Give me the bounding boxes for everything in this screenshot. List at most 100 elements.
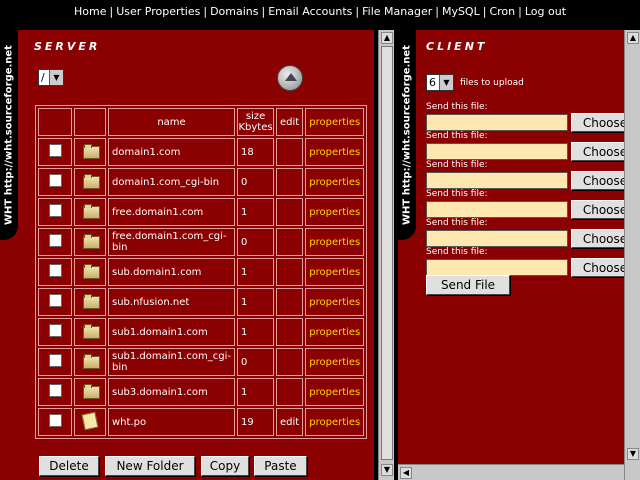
nav-link-email-accounts[interactable]: Email Accounts: [268, 5, 352, 18]
row-checkbox[interactable]: [48, 414, 62, 427]
scroll-down-icon[interactable]: ▼: [627, 448, 639, 460]
scroll-thumb[interactable]: [381, 46, 393, 460]
nav-link-domains[interactable]: Domains: [210, 5, 258, 18]
row-icon-cell[interactable]: [74, 288, 106, 316]
folder-icon: [82, 144, 100, 159]
row-properties-link[interactable]: properties: [305, 198, 365, 226]
row-edit-link: [276, 258, 304, 286]
row-icon-cell[interactable]: [74, 258, 106, 286]
row-icon-cell[interactable]: [74, 378, 106, 406]
row-checkbox[interactable]: [48, 234, 62, 247]
scroll-down-icon[interactable]: ▼: [381, 464, 393, 476]
row-checkbox[interactable]: [48, 294, 62, 307]
row-select: [38, 258, 72, 286]
row-icon-cell[interactable]: [74, 138, 106, 166]
choose-file-button[interactable]: Choose: [571, 229, 624, 248]
file-path-input[interactable]: [426, 114, 568, 131]
up-directory-button[interactable]: [277, 65, 303, 91]
table-row: sub3.domain1.com 1 properties: [38, 378, 365, 406]
row-checkbox[interactable]: [48, 174, 62, 187]
chevron-down-icon: ▼: [439, 75, 453, 90]
new-folder-button[interactable]: New Folder: [105, 456, 195, 476]
row-checkbox[interactable]: [48, 144, 62, 157]
choose-file-button[interactable]: Choose: [571, 258, 624, 277]
row-name[interactable]: sub.nfusion.net: [108, 288, 236, 316]
file-path-input[interactable]: [426, 172, 568, 189]
row-checkbox[interactable]: [48, 264, 62, 277]
scroll-up-icon[interactable]: ▲: [381, 32, 393, 44]
choose-file-button[interactable]: Choose: [571, 200, 624, 219]
folder-icon: [82, 384, 100, 399]
row-icon-cell[interactable]: [74, 318, 106, 346]
row-properties-link[interactable]: properties: [305, 228, 365, 256]
table-row: sub1.domain1.com_cgi-bin 0 properties: [38, 348, 365, 376]
row-select: [38, 288, 72, 316]
file-path-input[interactable]: [426, 259, 568, 276]
row-name[interactable]: sub.domain1.com: [108, 258, 236, 286]
row-edit-link[interactable]: edit: [276, 408, 304, 436]
row-icon-cell[interactable]: [74, 408, 106, 436]
row-name[interactable]: sub1.domain1.com: [108, 318, 236, 346]
row-name[interactable]: domain1.com: [108, 138, 236, 166]
nav-link-user-properties[interactable]: User Properties: [116, 5, 200, 18]
row-properties-link[interactable]: properties: [305, 408, 365, 436]
delete-button[interactable]: Delete: [39, 456, 99, 476]
row-name[interactable]: free.domain1.com: [108, 198, 236, 226]
file-path-input[interactable]: [426, 143, 568, 160]
row-name[interactable]: wht.po: [108, 408, 236, 436]
header-icon: [74, 108, 106, 136]
row-size: 0: [237, 168, 275, 196]
document-icon: [81, 411, 99, 430]
row-properties-link[interactable]: properties: [305, 378, 365, 406]
copy-button[interactable]: Copy: [201, 456, 249, 476]
nav-link-home[interactable]: Home: [74, 5, 106, 18]
file-path-input[interactable]: [426, 230, 568, 247]
scroll-left-icon[interactable]: ◀: [400, 467, 412, 479]
row-checkbox[interactable]: [48, 354, 62, 367]
server-scrollbar[interactable]: ▲ ▼: [378, 30, 394, 480]
scroll-up-icon[interactable]: ▲: [627, 32, 639, 44]
row-properties-link[interactable]: properties: [305, 168, 365, 196]
row-edit-link: [276, 288, 304, 316]
row-icon-cell[interactable]: [74, 228, 106, 256]
path-select[interactable]: / ▼: [38, 69, 64, 86]
row-properties-link[interactable]: properties: [305, 288, 365, 316]
nav-link-file-manager[interactable]: File Manager: [362, 5, 432, 18]
brand-text: WHT http://wht.sourceforge.net: [3, 45, 15, 225]
choose-file-button[interactable]: Choose: [571, 142, 624, 161]
row-name[interactable]: sub3.domain1.com: [108, 378, 236, 406]
header-size: size Kbytes: [237, 108, 275, 136]
row-properties-link[interactable]: properties: [305, 348, 365, 376]
client-hscrollbar[interactable]: ◀: [398, 464, 624, 480]
client-scrollbar[interactable]: ▲ ▼: [624, 30, 640, 480]
row-name[interactable]: domain1.com_cgi-bin: [108, 168, 236, 196]
row-properties-link[interactable]: properties: [305, 138, 365, 166]
row-select: [38, 198, 72, 226]
choose-file-button[interactable]: Choose: [571, 171, 624, 190]
row-icon-cell[interactable]: [74, 198, 106, 226]
paste-button[interactable]: Paste: [254, 456, 307, 476]
top-nav: Home | User Properties | Domains | Email Accou…: [0, 0, 640, 24]
nav-link-log-out[interactable]: Log out: [525, 5, 566, 18]
row-select: [38, 228, 72, 256]
row-icon-cell[interactable]: [74, 168, 106, 196]
row-name[interactable]: sub1.domain1.com_cgi-bin: [108, 348, 236, 376]
nav-link-cron[interactable]: Cron: [489, 5, 515, 18]
nav-link-mysql[interactable]: MySQL: [442, 5, 480, 18]
send-file-label: Send this file:: [426, 160, 488, 170]
row-checkbox[interactable]: [48, 384, 62, 397]
folder-icon: [82, 204, 100, 219]
send-file-button[interactable]: Send File: [426, 275, 510, 295]
header-properties: properties: [305, 108, 365, 136]
row-name[interactable]: free.domain1.com_cgi-bin: [108, 228, 236, 256]
choose-file-button[interactable]: Choose: [571, 113, 624, 132]
row-properties-link[interactable]: properties: [305, 258, 365, 286]
file-path-input[interactable]: [426, 201, 568, 218]
row-checkbox[interactable]: [48, 204, 62, 217]
row-select: [38, 138, 72, 166]
row-checkbox[interactable]: [48, 324, 62, 337]
row-icon-cell[interactable]: [74, 348, 106, 376]
row-properties-link[interactable]: properties: [305, 318, 365, 346]
header-select: [38, 108, 72, 136]
files-count-select[interactable]: 6 ▼: [426, 74, 454, 91]
